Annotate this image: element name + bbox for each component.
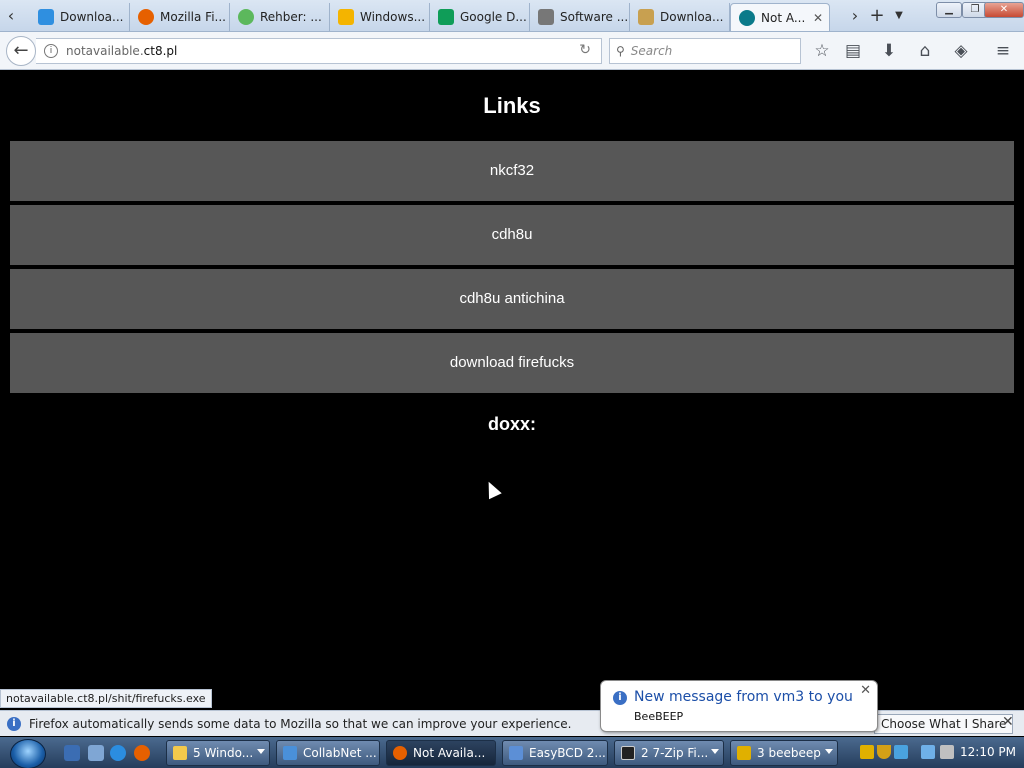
windows-flag-icon[interactable]: [894, 745, 908, 759]
url-prefix: notavailable.: [66, 44, 144, 58]
back-button[interactable]: ←: [6, 36, 36, 66]
taskbar-button-collabnet[interactable]: CollabNet ...: [276, 740, 380, 766]
url-bar[interactable]: i notavailable. ct8.pl ↻: [36, 38, 602, 64]
tab-label: Rehber: ...: [260, 10, 322, 24]
start-button[interactable]: [10, 739, 46, 768]
taskbar-button-beebeep[interactable]: 3 beebeep: [730, 740, 838, 766]
internet-explorer-icon: [283, 746, 297, 760]
info-icon: i: [7, 716, 21, 731]
taskbar-label: 3 beebeep: [757, 746, 821, 760]
tab-google-drive[interactable]: Google D...: [430, 3, 530, 31]
minimize-button[interactable]: ▁: [936, 2, 962, 18]
page-content: Links nkcf32 cdh8u cdh8u antichina downl…: [0, 71, 1024, 708]
balloon-title: New message from vm3 to you: [634, 689, 853, 705]
drive-icon: [338, 9, 354, 25]
close-notification-icon[interactable]: ✕: [1002, 714, 1014, 730]
search-icon: ⚲: [616, 44, 625, 58]
tab-strip: ‹ Downloa... Mozilla Fi... Rehber: ... W…: [0, 0, 1024, 32]
drive-icon: [438, 9, 454, 25]
tab-label: Downloa...: [60, 10, 124, 24]
tab-not-available[interactable]: Not A... ✕: [730, 3, 830, 31]
beebeep-tray-icon[interactable]: [860, 745, 874, 759]
tab-software[interactable]: Software ...: [530, 3, 630, 31]
switch-windows-icon[interactable]: [88, 745, 104, 761]
search-input[interactable]: ⚲ Search: [609, 38, 801, 64]
tab-label: Software ...: [560, 10, 629, 24]
home-icon[interactable]: ⌂: [914, 40, 936, 62]
downloads-icon[interactable]: ⬇: [878, 40, 900, 62]
taskbar-label: 2 7-Zip Fi...: [641, 746, 709, 760]
tab-rehber[interactable]: Rehber: ...: [230, 3, 330, 31]
firefox-icon: [393, 746, 407, 760]
scroll-tabs-left-icon[interactable]: ‹: [2, 4, 20, 28]
gear-icon: [538, 9, 554, 25]
close-tab-icon[interactable]: ✕: [813, 11, 823, 25]
tab-list-icon[interactable]: ▼: [890, 4, 908, 28]
folder-icon: [173, 746, 187, 760]
7zip-icon: [621, 746, 635, 760]
taskbar-button-firefox[interactable]: Not Availa...: [386, 740, 496, 766]
taskbar-label: Not Availa...: [413, 746, 486, 760]
taskbar-label: 5 Windo...: [193, 746, 254, 760]
reload-icon[interactable]: ↻: [579, 42, 591, 58]
tab-windows[interactable]: Windows...: [330, 3, 430, 31]
system-clock[interactable]: 12:10 PM: [960, 745, 1016, 759]
bee-icon: [737, 746, 751, 760]
navigation-bar: ← i notavailable. ct8.pl ↻ ⚲ Search ☆ ▤ ⬇…: [0, 32, 1024, 70]
bookmark-star-icon[interactable]: ☆: [811, 40, 833, 62]
taskbar-label: EasyBCD 2....: [529, 746, 608, 760]
pocket-icon[interactable]: ◈: [950, 40, 972, 62]
taskbar-button-explorer[interactable]: 5 Windo...: [166, 740, 270, 766]
notification-message: Firefox automatically sends some data to…: [29, 716, 572, 731]
taskbar-button-easybcd[interactable]: EasyBCD 2....: [502, 740, 608, 766]
info-icon: i: [613, 691, 627, 705]
firefox-icon[interactable]: [134, 745, 150, 761]
power-icon: [238, 9, 254, 25]
choose-what-i-share-button[interactable]: Choose What I Share: [874, 714, 1014, 734]
new-tab-icon[interactable]: +: [868, 4, 886, 28]
tab-label: Not A...: [761, 10, 806, 25]
reading-list-icon[interactable]: ▤: [842, 40, 864, 62]
tab-mozilla[interactable]: Mozilla Fi...: [130, 3, 230, 31]
status-link-url: notavailable.ct8.pl/shit/firefucks.exe: [0, 689, 212, 708]
download-icon: [638, 9, 654, 25]
firefox-icon: [138, 9, 154, 25]
tab-label: Google D...: [460, 10, 527, 24]
scroll-tabs-right-icon[interactable]: ›: [846, 4, 864, 28]
show-desktop-icon[interactable]: [64, 745, 80, 761]
easybcd-icon: [509, 746, 523, 760]
site-info-icon[interactable]: i: [44, 44, 58, 58]
link-cdh8u-antichina[interactable]: cdh8u antichina: [10, 269, 1014, 329]
menu-icon[interactable]: ≡: [992, 40, 1014, 62]
taskbar-label: CollabNet ...: [303, 746, 377, 760]
volume-muted-icon[interactable]: [940, 745, 954, 759]
mouse-cursor-icon: [482, 478, 502, 500]
taskbar-button-7zip[interactable]: 2 7-Zip Fi...: [614, 740, 724, 766]
tab-download-2[interactable]: Downloa...: [630, 3, 730, 31]
close-balloon-icon[interactable]: ✕: [860, 683, 871, 698]
link-nkcf32[interactable]: nkcf32: [10, 141, 1014, 201]
url-host: ct8.pl: [143, 44, 178, 58]
notification-balloon[interactable]: i New message from vm3 to you BeeBEEP ✕: [600, 680, 878, 732]
chevron-down-icon: [711, 749, 719, 754]
balloon-subtitle: BeeBEEP: [634, 710, 684, 723]
shield-icon[interactable]: [877, 745, 891, 759]
question-icon: [739, 9, 755, 26]
search-placeholder: Search: [630, 44, 673, 58]
tab-label: Windows...: [360, 10, 426, 24]
page-title: Links: [483, 93, 541, 118]
chevron-down-icon: [825, 749, 833, 754]
link-download-firefucks[interactable]: download firefucks: [10, 333, 1014, 393]
download-icon: [38, 9, 54, 25]
doxx-heading: doxx:: [487, 414, 536, 434]
tab-download-1[interactable]: Downloa...: [30, 3, 130, 31]
internet-explorer-icon[interactable]: [110, 745, 126, 761]
tab-label: Mozilla Fi...: [160, 10, 226, 24]
chevron-down-icon: [257, 749, 265, 754]
link-cdh8u[interactable]: cdh8u: [10, 205, 1014, 265]
network-icon[interactable]: [921, 745, 935, 759]
window-close-button[interactable]: ✕: [984, 2, 1024, 18]
tab-label: Downloa...: [660, 10, 724, 24]
